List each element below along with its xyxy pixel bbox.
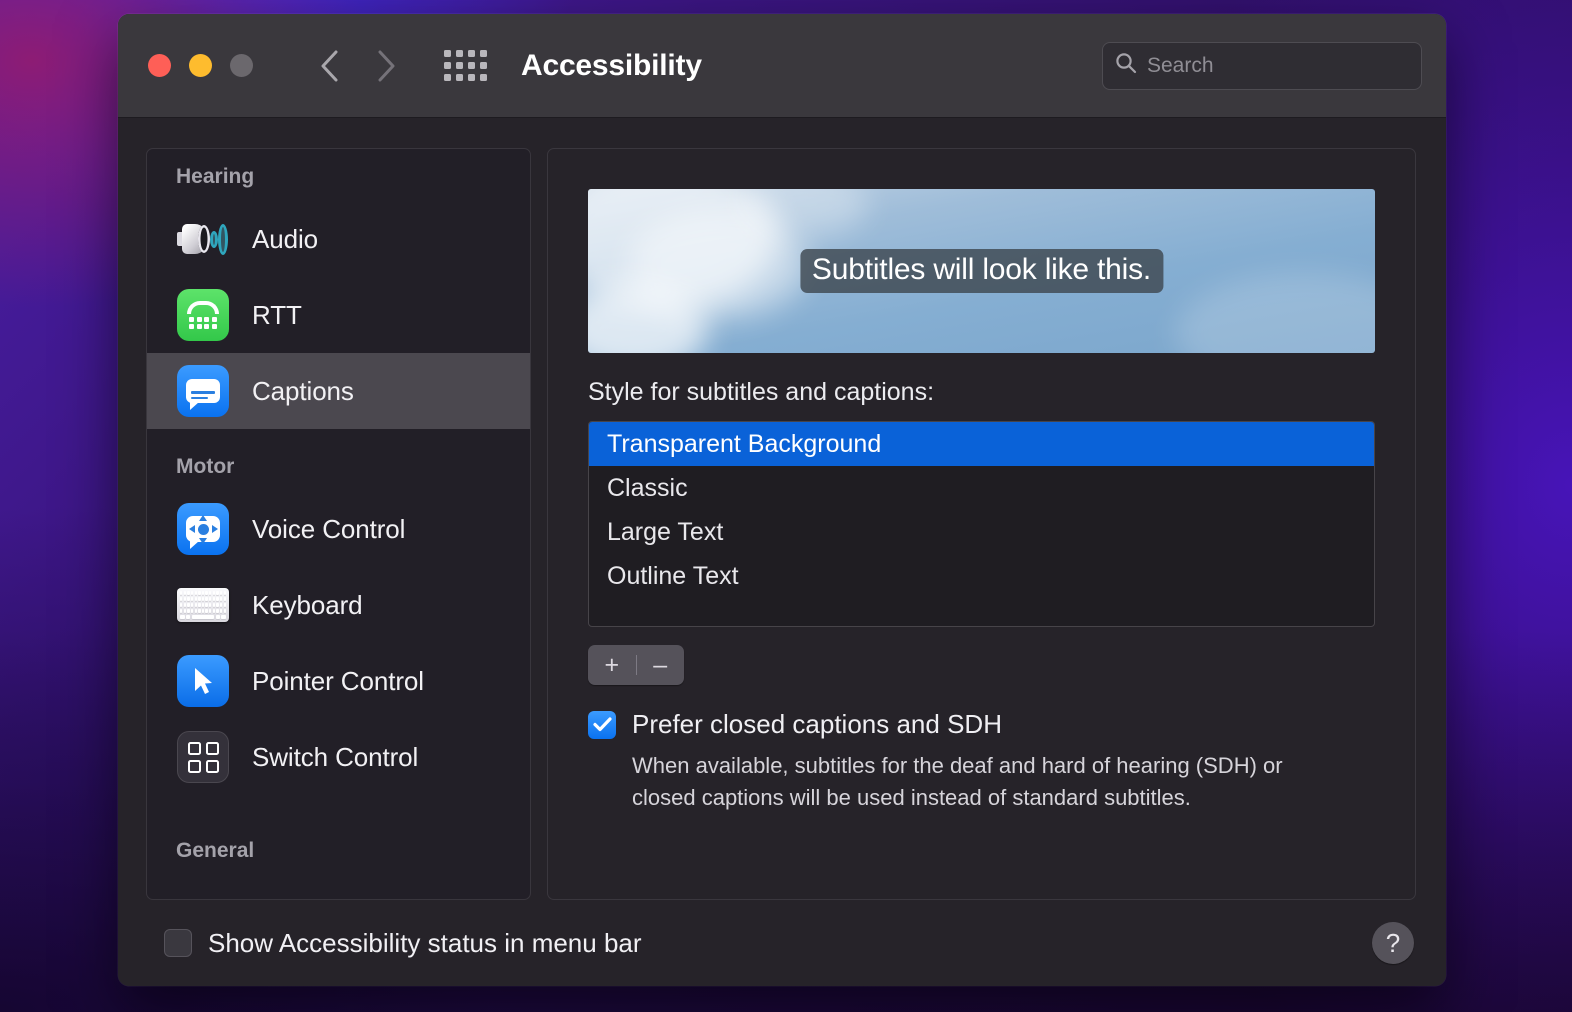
sidebar-item-label: Switch Control — [252, 741, 419, 772]
sidebar-item-pointer-control[interactable]: Pointer Control — [147, 643, 530, 719]
prefer-closed-captions-label: Prefer closed captions and SDH — [632, 709, 1002, 739]
preview-subtitle-text: Subtitles will look like this. — [799, 249, 1164, 293]
back-chevron-icon[interactable] — [317, 47, 343, 85]
show-all-grid-icon[interactable] — [444, 50, 487, 81]
window-footer: Show Accessibility status in menu bar ? — [118, 900, 1446, 986]
prefer-closed-captions-checkbox[interactable] — [588, 710, 616, 739]
style-option-transparent-background[interactable]: Transparent Background — [589, 422, 1374, 466]
menu-bar-status-row[interactable]: Show Accessibility status in menu bar — [164, 928, 642, 959]
sidebar-item-audio[interactable]: Audio — [147, 201, 530, 277]
subtitle-preview: Subtitles will look like this. — [588, 189, 1375, 353]
window-content: Hearing Audio RTT Captions Motor Voice C… — [118, 118, 1446, 900]
captions-icon — [176, 364, 230, 418]
keyboard-icon — [176, 578, 230, 632]
remove-style-button[interactable]: – — [636, 645, 684, 685]
rtt-icon — [176, 288, 230, 342]
sidebar-item-label: RTT — [252, 299, 302, 330]
minimize-button[interactable] — [189, 54, 212, 77]
sidebar-item-keyboard[interactable]: Keyboard — [147, 567, 530, 643]
sidebar-item-label: Captions — [252, 375, 354, 406]
captions-settings-pane: Subtitles will look like this. Style for… — [547, 148, 1416, 900]
style-option-classic[interactable]: Classic — [589, 466, 1374, 510]
search-input[interactable] — [1147, 53, 1409, 78]
checkmark-icon — [592, 717, 612, 732]
traffic-light-group — [148, 54, 253, 77]
search-field[interactable] — [1102, 41, 1422, 90]
show-status-menu-bar-checkbox[interactable] — [164, 929, 192, 957]
add-style-button[interactable]: + — [588, 645, 636, 685]
sidebar-group-general-label: General — [176, 839, 255, 862]
add-remove-style-segmented-control: + – — [588, 645, 684, 685]
close-button[interactable] — [148, 54, 171, 77]
cursor-arrow-icon — [195, 668, 212, 694]
sidebar-item-label: Pointer Control — [252, 665, 424, 696]
desktop-background: Accessibility Hearing — [0, 0, 1572, 1012]
category-sidebar: Hearing Audio RTT Captions Motor Voice C… — [146, 148, 531, 900]
switch-control-icon — [176, 730, 230, 784]
show-status-menu-bar-label: Show Accessibility status in menu bar — [208, 927, 642, 958]
forward-chevron-icon[interactable] — [373, 47, 399, 85]
sidebar-item-switch-control[interactable]: Switch Control — [147, 719, 530, 795]
sidebar-item-rtt[interactable]: RTT — [147, 277, 530, 353]
sidebar-item-label: Audio — [252, 223, 318, 254]
style-option-large-text[interactable]: Large Text — [589, 510, 1374, 554]
zoom-button[interactable] — [230, 54, 253, 77]
prefer-closed-captions-row[interactable]: Prefer closed captions and SDH — [588, 709, 1375, 740]
window-titlebar: Accessibility — [118, 14, 1446, 118]
sidebar-group-hearing-label: Hearing — [176, 165, 255, 188]
style-option-outline-text[interactable]: Outline Text — [589, 554, 1374, 598]
sidebar-item-label: Keyboard — [252, 589, 363, 620]
sidebar-item-captions[interactable]: Captions — [147, 353, 530, 429]
search-icon — [1115, 52, 1137, 79]
page-title: Accessibility — [521, 48, 702, 82]
sidebar-item-voice-control[interactable]: Voice Control — [147, 491, 530, 567]
help-button[interactable]: ? — [1372, 922, 1414, 964]
sidebar-group-motor-label: Motor — [176, 455, 235, 478]
voice-control-icon — [176, 502, 230, 556]
style-list-empty-space — [589, 598, 1374, 626]
cloud-shape — [1175, 273, 1375, 353]
subtitle-style-list[interactable]: Transparent Background Classic Large Tex… — [588, 421, 1375, 627]
sidebar-item-label: Voice Control — [252, 513, 406, 544]
pointer-control-icon — [176, 654, 230, 708]
audio-icon — [176, 212, 230, 266]
navigation-buttons — [317, 47, 399, 85]
system-preferences-window: Accessibility Hearing — [118, 14, 1446, 986]
prefer-closed-captions-description: When available, subtitles for the deaf a… — [632, 753, 1283, 810]
style-list-label: Style for subtitles and captions: — [588, 378, 935, 406]
